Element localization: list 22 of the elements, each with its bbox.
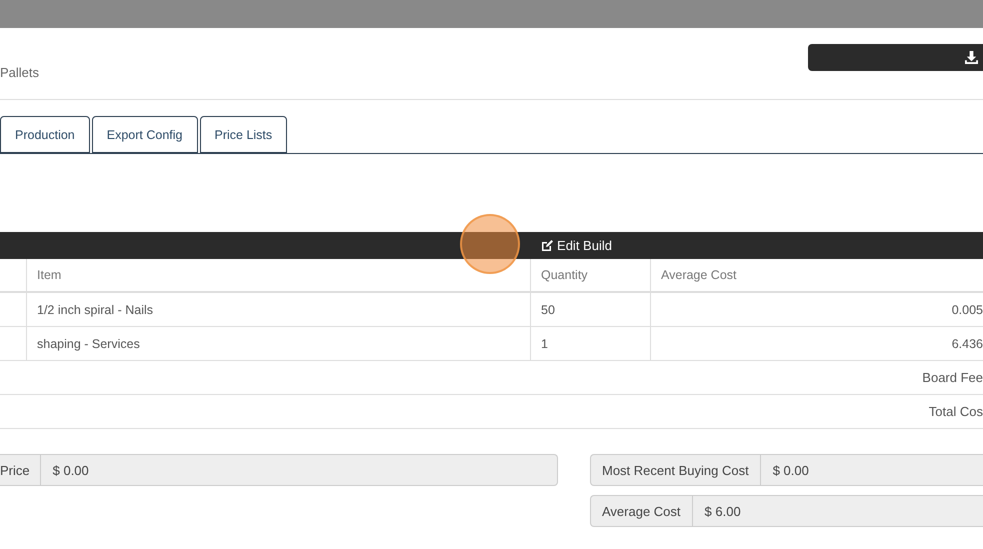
table-cell: shaping - Services bbox=[26, 327, 530, 361]
column-header: Average Cost bbox=[650, 259, 983, 293]
table-cell: 50 bbox=[530, 293, 650, 327]
table-cell: 1 bbox=[530, 327, 650, 361]
summary-label: Total Cos bbox=[928, 404, 983, 419]
download-icon bbox=[965, 51, 978, 64]
edit-build-button[interactable]: Edit Build bbox=[541, 238, 612, 253]
tab[interactable]: Price Lists bbox=[200, 116, 288, 153]
column-header: Item bbox=[26, 259, 530, 293]
edit-icon bbox=[541, 240, 554, 252]
tab[interactable]: Export Config bbox=[92, 116, 198, 153]
summary-label: Board Fee bbox=[922, 370, 983, 385]
table-cell: 6.436 bbox=[650, 327, 983, 361]
cost-field[interactable]: Average Cost $ 6.00 bbox=[590, 495, 983, 527]
price-field[interactable]: Price $ 0.00 bbox=[0, 454, 558, 486]
tab[interactable]: Production bbox=[0, 116, 90, 153]
cost-field[interactable]: Most Recent Buying Cost $ 0.00 bbox=[590, 454, 983, 486]
download-button[interactable] bbox=[808, 44, 983, 71]
table-cell: 1/2 inch spiral - Nails bbox=[26, 293, 530, 327]
page-subtitle: Pallets bbox=[0, 65, 40, 80]
table-cell: 0.005 bbox=[650, 293, 983, 327]
column-header: Quantity bbox=[530, 259, 650, 293]
